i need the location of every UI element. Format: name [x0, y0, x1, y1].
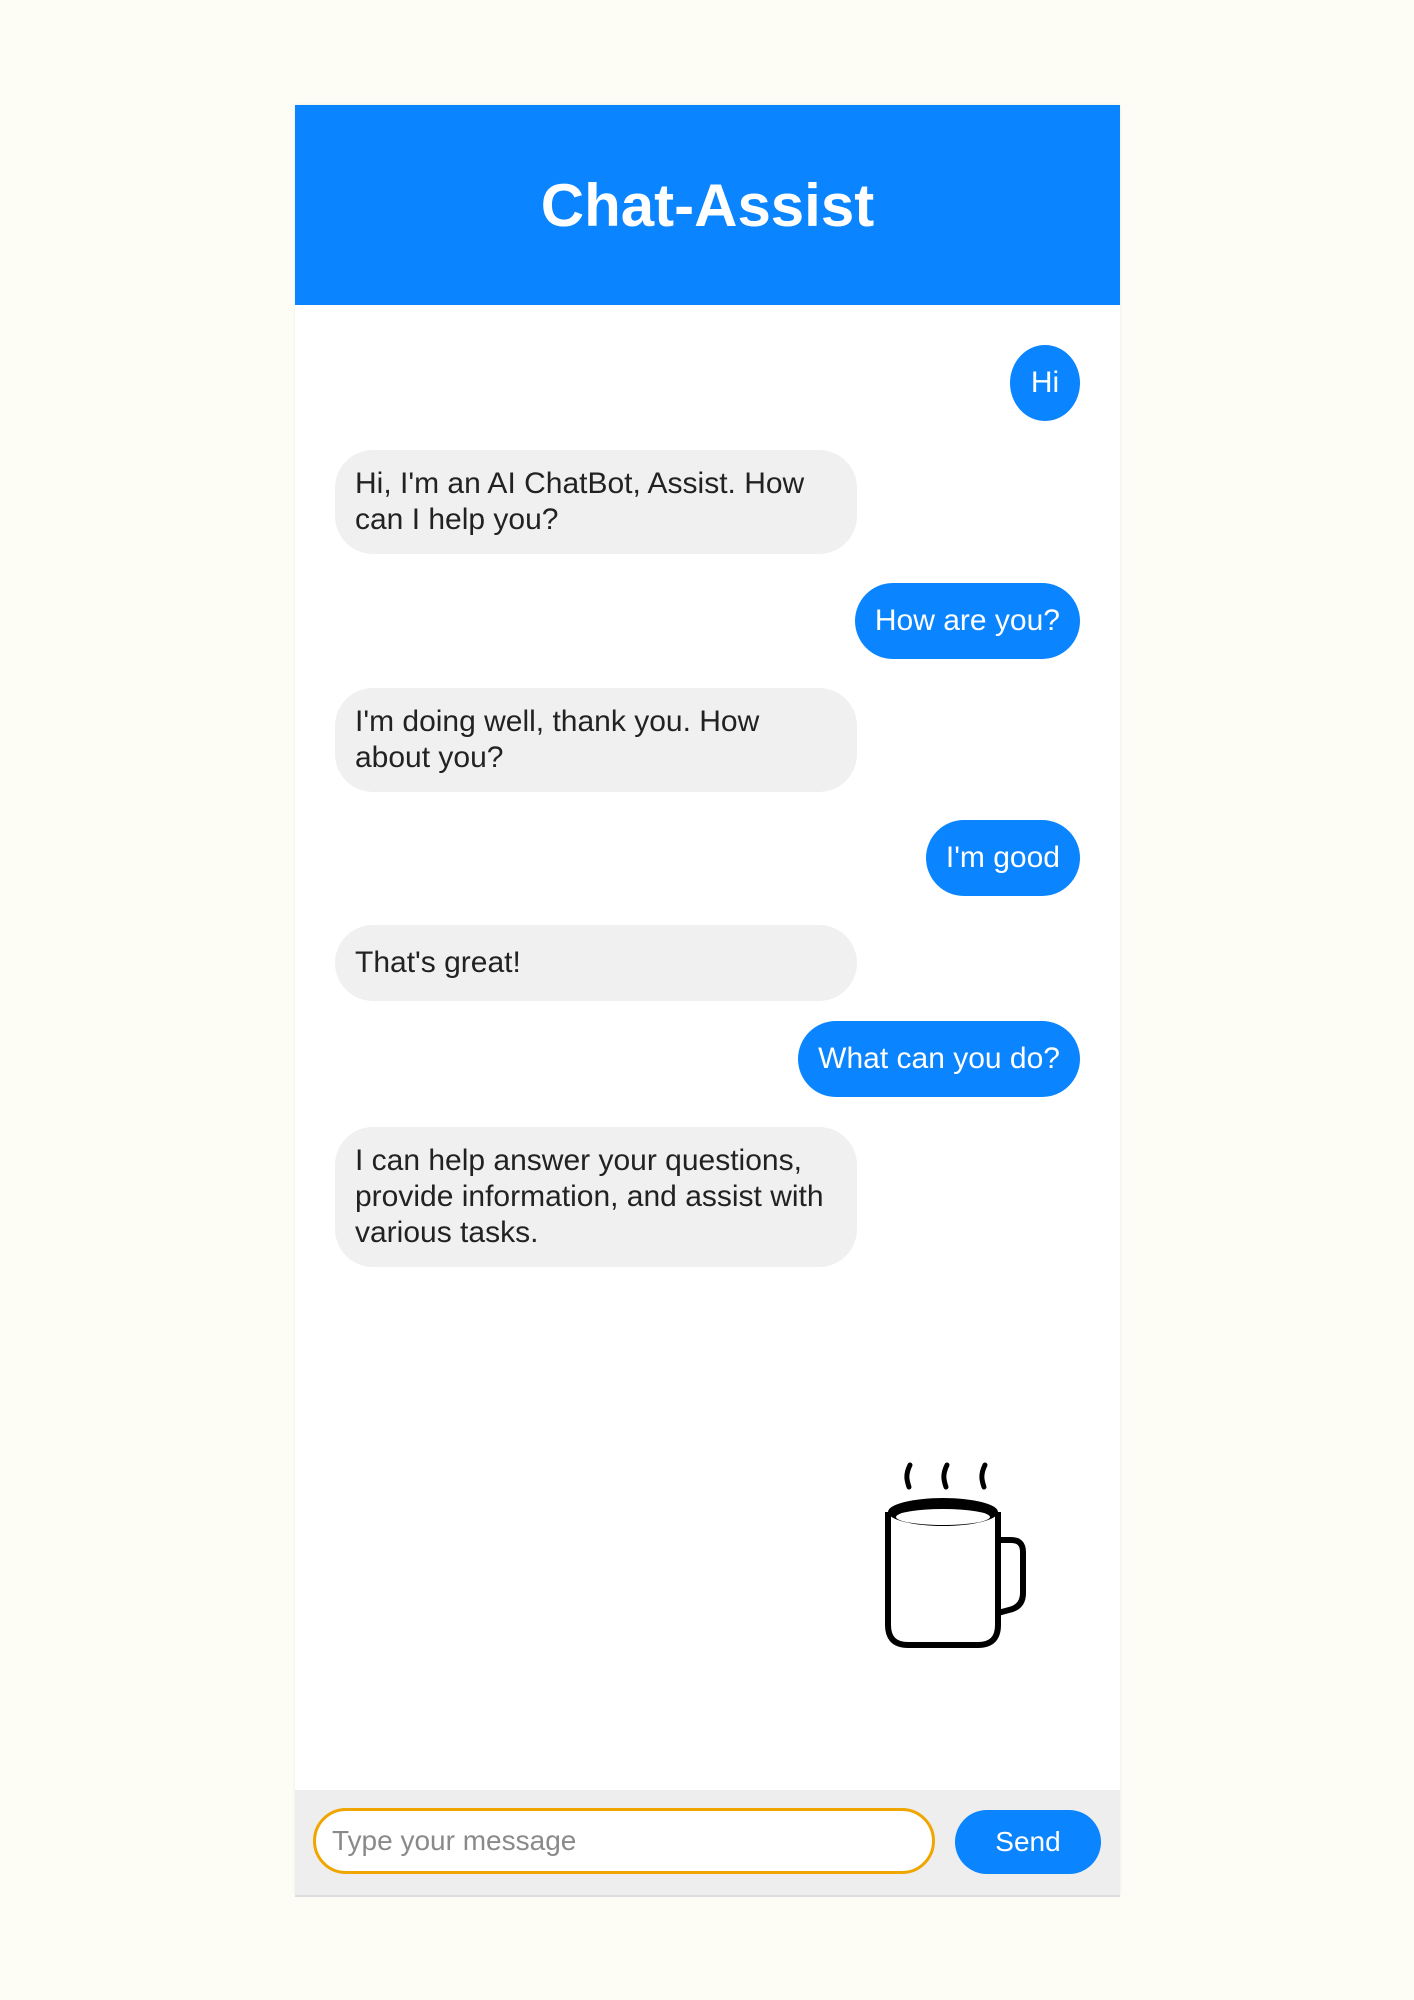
user-message: Hi [1010, 345, 1080, 421]
chat-header: Chat-Assist [295, 105, 1120, 305]
message-input[interactable] [313, 1808, 935, 1874]
bot-message: That's great! [335, 925, 857, 1001]
chat-window: Chat-Assist Hi Hi, I'm an AI ChatBot, As… [295, 105, 1120, 1897]
user-message: I'm good [925, 820, 1080, 896]
composer-bar: Send [295, 1790, 1120, 1897]
bot-message: I'm doing well, thank you. How about you… [335, 688, 857, 792]
bot-message: I can help answer your questions, provid… [335, 1127, 857, 1267]
bot-message: Hi, I'm an AI ChatBot, Assist. How can I… [335, 450, 857, 554]
send-button[interactable]: Send [955, 1810, 1101, 1874]
app-title: Chat-Assist [540, 171, 875, 239]
user-message: What can you do? [798, 1021, 1080, 1097]
coffee-mug-icon [885, 1462, 1026, 1648]
user-message: How are you? [854, 583, 1080, 659]
